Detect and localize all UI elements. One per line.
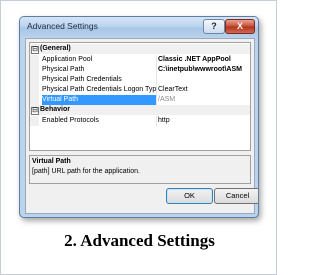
- property-name: Enabled Protocols: [42, 117, 99, 124]
- description-text: [path] URL path for the application.: [32, 168, 140, 175]
- close-button[interactable]: X: [225, 19, 255, 34]
- description-title: Virtual Path: [32, 158, 71, 165]
- property-row-physical-path-logon-type[interactable]: Physical Path Credentials Logon Type Cle…: [30, 85, 250, 95]
- property-name: Physical Path Credentials Logon Type: [42, 86, 156, 93]
- category-label: (General): [40, 45, 71, 52]
- help-icon: ?: [211, 21, 217, 31]
- property-name: Application Pool: [42, 56, 93, 63]
- advanced-settings-dialog: Advanced Settings ? X ⊟ (General) Applic…: [19, 16, 259, 218]
- property-value[interactable]: http: [158, 116, 250, 126]
- row-gutter: [30, 75, 39, 85]
- category-label: Behavior: [40, 106, 70, 113]
- ok-button[interactable]: OK: [166, 188, 213, 204]
- cancel-button[interactable]: Cancel: [214, 188, 258, 204]
- column-divider: [156, 75, 157, 85]
- property-value[interactable]: ClearText: [158, 85, 250, 95]
- collapse-icon[interactable]: ⊟: [31, 46, 39, 54]
- property-value[interactable]: C:\inetpub\wwwroot\ASM: [158, 65, 250, 75]
- dialog-client-area: ⊟ (General) Application Pool Classic .NE…: [25, 38, 258, 214]
- property-row-physical-path[interactable]: Physical Path C:\inetpub\wwwroot\ASM: [30, 65, 250, 75]
- figure-caption: 2. Advanced Settings: [64, 231, 215, 250]
- property-value[interactable]: [158, 75, 250, 85]
- property-name: Physical Path: [42, 66, 85, 73]
- row-gutter: [30, 85, 39, 95]
- column-divider: [156, 116, 157, 126]
- column-divider: [156, 85, 157, 95]
- property-grid: ⊟ (General) Application Pool Classic .NE…: [29, 42, 251, 151]
- category-behavior[interactable]: ⊟ Behavior: [30, 105, 250, 115]
- property-value[interactable]: /ASM: [158, 95, 250, 105]
- property-row-virtual-path[interactable]: Virtual Path /ASM: [30, 95, 250, 105]
- category-general[interactable]: ⊟ (General): [30, 44, 250, 54]
- figure-frame: Advanced Settings ? X ⊟ (General) Applic…: [0, 0, 277, 275]
- collapse-icon[interactable]: ⊟: [31, 107, 39, 115]
- column-divider: [156, 95, 157, 105]
- description-panel: Virtual Path [path] URL path for the app…: [29, 155, 251, 184]
- help-button[interactable]: ?: [203, 19, 225, 34]
- title-bar[interactable]: Advanced Settings ? X: [20, 17, 258, 37]
- dialog-title: Advanced Settings: [27, 21, 98, 31]
- property-name: Physical Path Credentials: [42, 76, 122, 83]
- property-row-physical-path-credentials[interactable]: Physical Path Credentials: [30, 75, 250, 85]
- row-gutter: [30, 55, 39, 65]
- property-value[interactable]: Classic .NET AppPool: [158, 55, 250, 65]
- property-row-application-pool[interactable]: Application Pool Classic .NET AppPool: [30, 55, 250, 65]
- row-gutter: [30, 95, 39, 105]
- property-row-enabled-protocols[interactable]: Enabled Protocols http: [30, 116, 250, 126]
- row-gutter: [30, 116, 39, 126]
- row-gutter: [30, 65, 39, 75]
- close-icon: X: [236, 21, 243, 31]
- property-name: Virtual Path: [42, 95, 156, 105]
- column-divider: [156, 55, 157, 65]
- column-divider: [156, 65, 157, 75]
